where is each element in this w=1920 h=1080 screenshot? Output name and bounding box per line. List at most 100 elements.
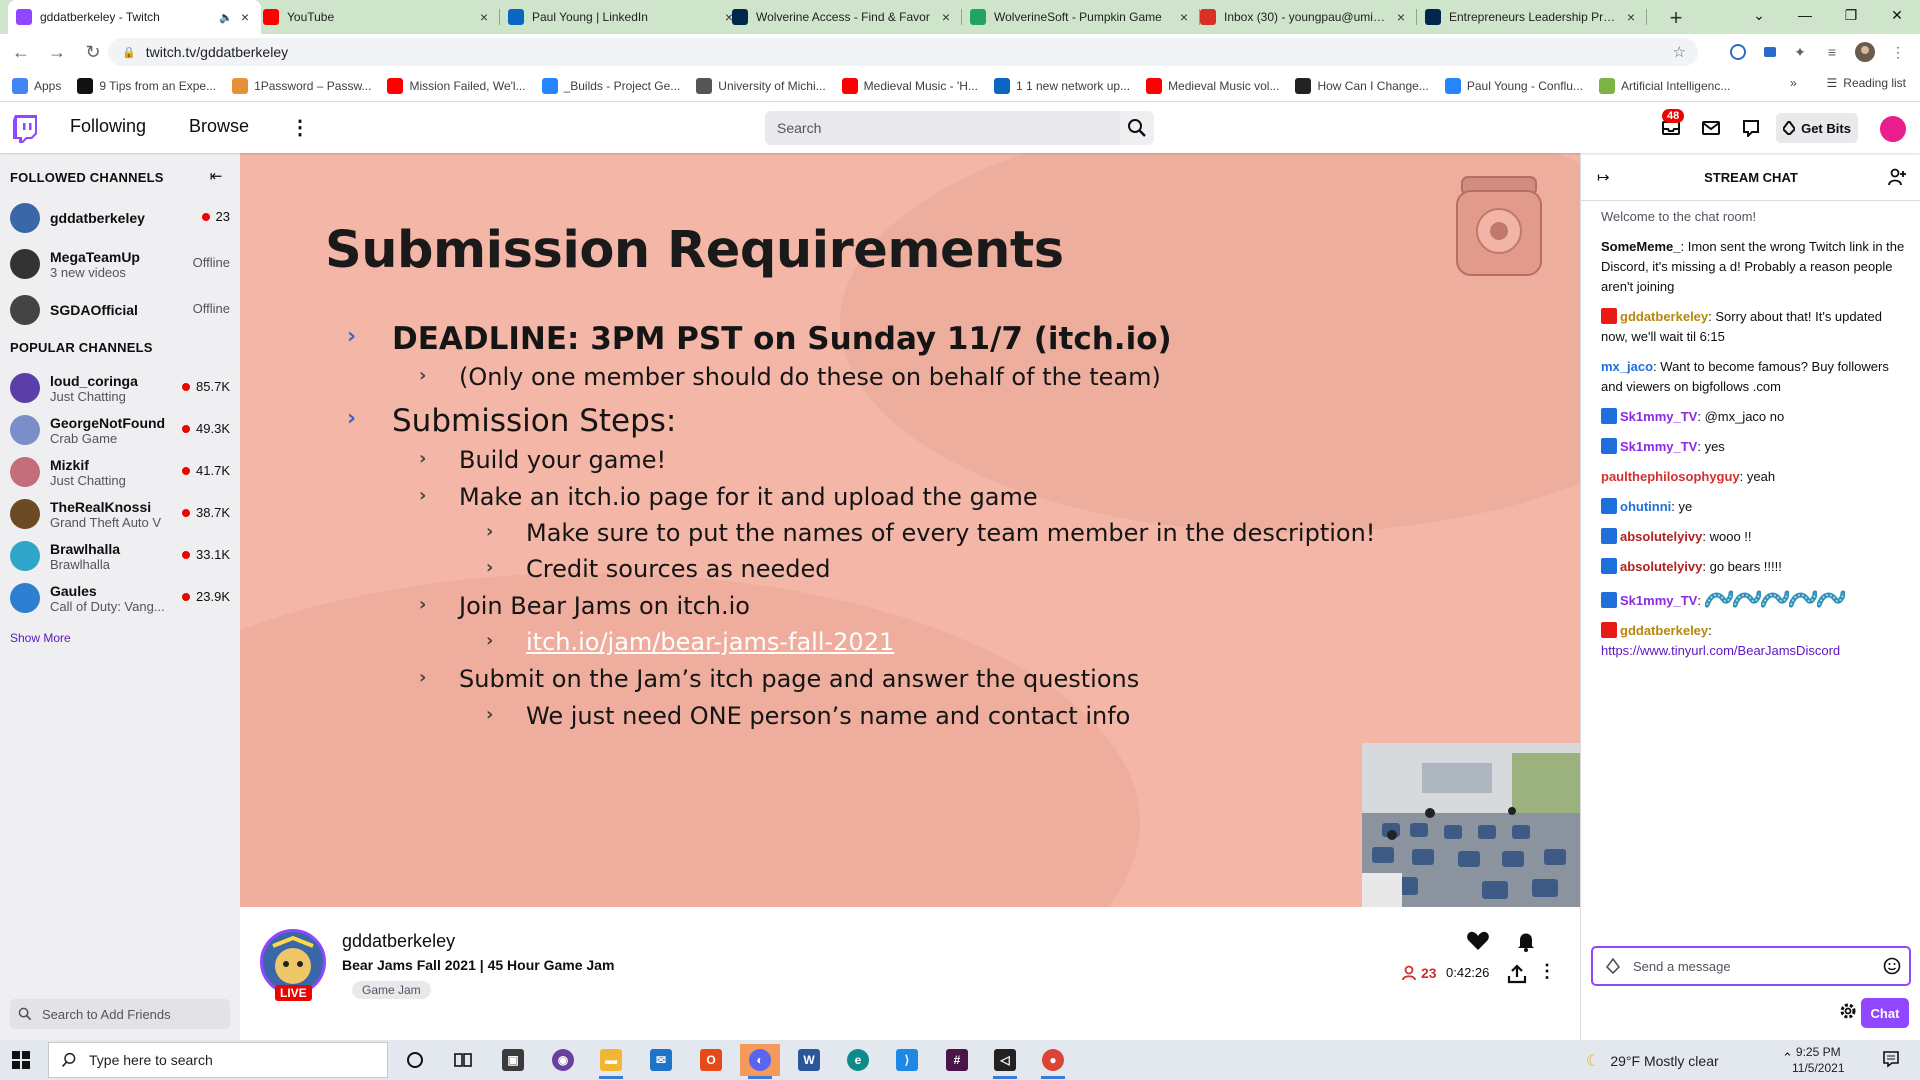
extensions-puzzle-icon[interactable]: ✦ [1790, 42, 1810, 62]
bookmark-star-icon[interactable]: ☆ [1673, 43, 1686, 61]
restore-button[interactable]: ❐ [1828, 0, 1874, 30]
more-options-icon[interactable]: ⋮ [1538, 961, 1556, 982]
office-icon[interactable]: O [691, 1044, 731, 1076]
profile-avatar-icon[interactable] [1855, 42, 1875, 62]
browser-tab[interactable]: WolverineSoft - Pumpkin Game × [962, 0, 1200, 34]
chat-send-button[interactable]: Chat [1861, 998, 1909, 1028]
close-tab-icon[interactable]: × [1176, 9, 1192, 25]
weather-widget[interactable]: ☾ 29°F Mostly clear [1586, 1051, 1719, 1071]
speaker-icon[interactable]: 🔈 [219, 11, 233, 24]
app-icon[interactable]: ◉ [543, 1044, 583, 1076]
edge-icon[interactable]: e [838, 1044, 878, 1076]
discord-icon[interactable]: ◐ [740, 1044, 780, 1079]
chat-username[interactable]: gddatberkeley [1620, 623, 1708, 638]
sidebar-channel-brawlhalla[interactable]: Brawlhalla Brawlhalla 33.1K [0, 535, 240, 577]
emote-picker-icon[interactable] [1883, 957, 1901, 975]
browser-tab[interactable]: Paul Young | LinkedIn × [500, 0, 745, 34]
more-options-icon[interactable]: ⋮ [290, 115, 310, 140]
new-tab-button[interactable]: + [1664, 5, 1688, 31]
extension-icon[interactable] [1760, 42, 1780, 62]
browser-tab[interactable]: gddatberkeley - Twitch 🔈 × [8, 0, 261, 34]
reading-list-button[interactable]: ☰ Reading list [1827, 76, 1906, 90]
bookmark-item[interactable]: _Builds - Project Ge... [541, 77, 680, 94]
bookmark-item[interactable]: Mission Failed, We'l... [387, 77, 526, 94]
bookmark-item[interactable]: Medieval Music - 'H... [841, 77, 978, 94]
taskbar-search-input[interactable]: Type here to search [48, 1042, 388, 1078]
close-window-button[interactable]: ✕ [1874, 0, 1920, 30]
bookmark-item[interactable]: Paul Young - Conflu... [1444, 77, 1583, 94]
whispers-icon[interactable] [1700, 117, 1722, 139]
slide-bullet-level-3[interactable]: › itch.io/jam/bear-jams-fall-2021 [486, 628, 894, 656]
chat-username[interactable]: SomeMeme_ [1601, 239, 1680, 254]
chat-username[interactable]: Sk1mmy_TV [1620, 409, 1697, 424]
close-tab-icon[interactable]: × [938, 9, 954, 25]
show-more-link[interactable]: Show More [10, 631, 71, 645]
community-users-icon[interactable] [1887, 167, 1907, 187]
get-bits-button[interactable]: Get Bits [1776, 113, 1858, 143]
file-explorer-icon[interactable]: ▬ [591, 1044, 631, 1079]
word-icon[interactable]: W [789, 1044, 829, 1076]
chat-message-input[interactable]: Send a message [1591, 946, 1911, 986]
cortana-icon[interactable] [395, 1044, 435, 1076]
follow-heart-icon[interactable] [1462, 925, 1494, 957]
bookmark-item[interactable]: Artificial Intelligenc... [1598, 77, 1730, 94]
extension-icon[interactable] [1728, 42, 1748, 62]
bookmark-item[interactable]: 1 1 new network up... [993, 77, 1130, 94]
tab-search-icon[interactable]: ⌄ [1736, 0, 1782, 30]
task-view-icon[interactable] [443, 1044, 483, 1076]
browser-tab[interactable]: Inbox (30) - youngpau@umich.e × [1192, 0, 1417, 34]
action-center-icon[interactable] [1882, 1050, 1900, 1068]
chat-username[interactable]: Sk1mmy_TV [1620, 439, 1697, 454]
bookmark-item[interactable]: Apps [12, 77, 61, 94]
bookmark-item[interactable]: How Can I Change... [1295, 77, 1429, 94]
sidebar-channel-gddatberkeley[interactable]: gddatberkeley 23 [0, 197, 240, 239]
chrome-icon[interactable]: ● [1033, 1044, 1073, 1079]
video-player[interactable]: Submission Requirements › DEADLINE: 3PM P… [240, 153, 1580, 907]
minimize-button[interactable]: — [1782, 0, 1828, 30]
sidebar-channel-sgdaofficial[interactable]: SGDAOfficial Offline [0, 289, 240, 331]
sidebar-channel-mizkif[interactable]: Mizkif Just Chatting 41.7K [0, 451, 240, 493]
close-tab-icon[interactable]: × [1393, 9, 1409, 25]
bookmark-item[interactable]: University of Michi... [696, 77, 826, 94]
close-tab-icon[interactable]: × [476, 9, 492, 25]
sidebar-channel-gaules[interactable]: Gaules Call of Duty: Vang... 23.9K [0, 577, 240, 619]
chat-username[interactable]: ohutinni [1620, 499, 1671, 514]
unity-icon[interactable]: ◁ [985, 1044, 1025, 1079]
browser-tab[interactable]: YouTube × [255, 0, 500, 34]
bookmark-item[interactable]: Medieval Music vol... [1146, 77, 1279, 94]
channel-name[interactable]: gddatberkeley [342, 931, 455, 952]
activity-feed-icon[interactable] [1740, 117, 1762, 139]
forward-button[interactable]: → [42, 37, 72, 67]
microsoft-store-icon[interactable]: ▣ [493, 1044, 533, 1076]
windows-start-icon[interactable] [12, 1051, 30, 1069]
clock[interactable]: 9:25 PM 11/5/2021 [1792, 1044, 1845, 1076]
following-link[interactable]: Following [70, 116, 146, 137]
browser-menu-icon[interactable]: ⋮ [1888, 42, 1908, 62]
search-input[interactable]: Search [765, 111, 1120, 145]
mail-icon[interactable]: ✉ [641, 1044, 681, 1076]
reload-button[interactable]: ↻ [78, 37, 108, 67]
close-tab-icon[interactable]: × [1623, 9, 1639, 25]
sidebar-channel-therealknossi[interactable]: TheRealKnossi Grand Theft Auto V 38.7K [0, 493, 240, 535]
chat-username[interactable]: gddatberkeley [1620, 309, 1708, 324]
chat-username[interactable]: Sk1mmy_TV [1620, 593, 1697, 608]
search-button[interactable] [1120, 111, 1154, 145]
sidebar-channel-megateamup[interactable]: MegaTeamUp 3 new videos Offline [0, 243, 240, 285]
close-tab-icon[interactable]: × [237, 9, 253, 25]
sidebar-channel-loud_coringa[interactable]: loud_coringa Just Chatting 85.7K [0, 367, 240, 409]
bookmark-item[interactable]: 1Password – Passw... [232, 77, 371, 94]
browse-link[interactable]: Browse [189, 116, 249, 137]
chat-settings-gear-icon[interactable] [1838, 1001, 1858, 1021]
search-friends-input[interactable]: Search to Add Friends [10, 999, 230, 1029]
collapse-sidebar-icon[interactable]: ⇤ [205, 165, 227, 187]
slide-link[interactable]: itch.io/jam/bear-jams-fall-2021 [526, 628, 894, 656]
chat-username[interactable]: absolutelyivy [1620, 529, 1702, 544]
sidebar-channel-georgenotfound[interactable]: GeorgeNotFound Crab Game 49.3K [0, 409, 240, 451]
game-tag[interactable]: Game Jam [352, 981, 431, 999]
media-control-icon[interactable]: ≡ [1822, 42, 1842, 62]
chat-username[interactable]: paulthephilosophyguy [1601, 469, 1740, 484]
twitch-logo-icon[interactable] [12, 115, 38, 143]
browser-tab[interactable]: Entrepreneurs Leadership Progr × [1417, 0, 1647, 34]
more-bookmarks-icon[interactable]: » [1790, 76, 1797, 90]
bookmark-item[interactable]: 9 Tips from an Expe... [77, 77, 216, 94]
